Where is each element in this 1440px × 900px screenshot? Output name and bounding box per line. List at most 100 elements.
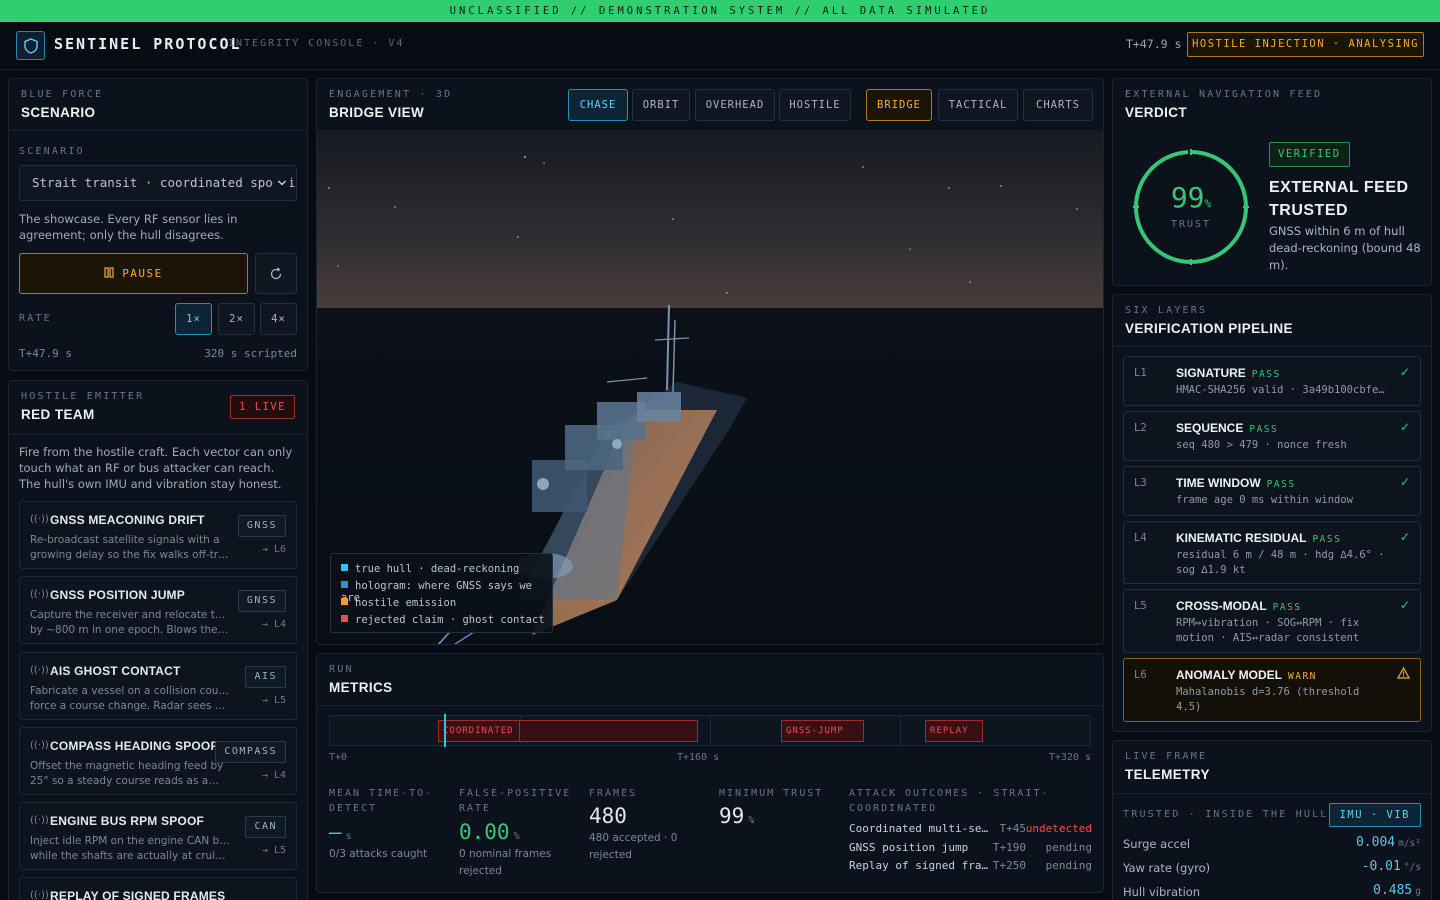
chevron-down-icon	[274, 166, 290, 200]
broadcast-icon: ((·))	[30, 589, 49, 600]
layer-l6-anomaly[interactable]: L6 ANOMALY MODEL WARN Mahalanobis d=3.76 …	[1123, 658, 1421, 722]
vector-target-layer: → L4	[261, 619, 286, 630]
rate-label: RATE	[19, 313, 52, 324]
pipeline-title: VERIFICATION PIPELINE	[1125, 321, 1293, 336]
broadcast-icon: ((·))	[30, 665, 49, 676]
verdict-title: VERDICT	[1125, 105, 1188, 120]
min-trust-value: 99%	[719, 804, 755, 828]
scenario-panel: BLUE FORCE SCENARIO SCENARIO Strait tran…	[8, 78, 308, 371]
vector-title: GNSS POSITION JUMP	[50, 588, 185, 602]
timeline-segment-coordinated[interactable]: COORDINATED	[438, 720, 698, 742]
engagement-title: BRIDGE VIEW	[329, 105, 425, 120]
trust-label: TRUST	[1170, 219, 1212, 230]
legend-item-rejected-claim: rejected claim · ghost contact	[341, 614, 545, 628]
vector-title: GNSS MEACONING DRIFT	[50, 513, 205, 527]
vector-desc-line: Capture the receiver and relocate the fi…	[30, 609, 230, 621]
camera-chase-button[interactable]: CHASE	[568, 89, 628, 121]
outcome-row: Coordinated multi-sensor spoofT+45undete…	[849, 822, 1092, 835]
frames-sub: 480 accepted · 0 rejected	[589, 832, 678, 861]
timeline-playhead[interactable]	[444, 714, 446, 747]
scenario-select-value: Strait transit · coordinated spoofing	[32, 175, 297, 190]
layer-l4-kinematic[interactable]: L4 KINEMATIC RESIDUAL PASS residual 6 m /…	[1123, 521, 1421, 584]
vector-gnss-meaconing[interactable]: ((·)) GNSS MEACONING DRIFT Re-broadcast …	[19, 501, 297, 569]
view-tactical-button[interactable]: TACTICAL	[938, 89, 1018, 121]
broadcast-icon: ((·))	[30, 514, 49, 525]
timeline-segment-replay[interactable]: REPLAY	[925, 720, 983, 742]
vector-desc-line: while the shafts are actually at cruise.	[30, 850, 230, 862]
broadcast-icon: ((·))	[30, 890, 49, 900]
vector-replay-frames[interactable]: ((·)) REPLAY OF SIGNED FRAMES	[19, 877, 297, 900]
camera-hostile-button[interactable]: HOSTILE	[779, 89, 851, 121]
engagement-panel: ENGAGEMENT · 3D BRIDGE VIEW CHASE ORBIT …	[316, 78, 1104, 645]
attack-timeline[interactable]: COORDINATED GNSS-JUMP REPLAY	[329, 714, 1091, 747]
engagement-eyebrow: ENGAGEMENT · 3D	[329, 89, 453, 100]
view-charts-button[interactable]: CHARTS	[1023, 89, 1093, 121]
layer-l3-time-window[interactable]: L3 TIME WINDOW PASS frame age 0 ms within…	[1123, 466, 1421, 516]
vector-ais-ghost[interactable]: ((·)) AIS GHOST CONTACT Fabricate a vess…	[19, 652, 297, 720]
legend-item-hologram: hologram: where GNSS says we are	[341, 580, 533, 604]
metrics-title: METRICS	[329, 680, 393, 695]
mission-clock: T+47.9 s	[1126, 37, 1182, 51]
reset-button[interactable]	[255, 253, 297, 294]
app-subtitle: INTEGRITY CONSOLE · V4	[228, 38, 405, 49]
outcome-row: GNSS position jump T+190 pending	[849, 841, 1092, 854]
threat-status-badge: HOSTILE INJECTION · ANALYSING	[1187, 32, 1424, 57]
check-icon: ✓	[1399, 420, 1410, 434]
rate-4x-button[interactable]: 4×	[260, 303, 297, 335]
fpr-sub: 0 nominal frames rejected	[459, 848, 552, 877]
timeline-end-label: T+320 s	[1048, 752, 1091, 763]
hostile-emitter-panel: HOSTILE EMITTER RED TEAM 1 LIVE Fire fro…	[8, 380, 308, 900]
imu-vib-badge[interactable]: IMU · VIB	[1328, 803, 1421, 827]
min-trust-label: MINIMUM TRUST	[719, 788, 824, 799]
timeline-segment-gnss-jump[interactable]: GNSS-JUMP	[781, 720, 864, 742]
verdict-heading: EXTERNAL FEED TRUSTED	[1269, 179, 1409, 219]
emitter-title: RED TEAM	[21, 407, 95, 422]
vector-sensor-tag: CAN	[245, 816, 286, 838]
vector-title: AIS GHOST CONTACT	[50, 664, 181, 678]
vector-gnss-jump[interactable]: ((·)) GNSS POSITION JUMP Capture the rec…	[19, 576, 297, 644]
scene-legend: true hull · dead-reckoning hologram: whe…	[330, 553, 553, 633]
vector-engine-rpm-spoof[interactable]: ((·)) ENGINE BUS RPM SPOOF Inject idle R…	[19, 802, 297, 870]
scenario-select[interactable]: Strait transit · coordinated spoofing	[19, 165, 297, 201]
trust-value: 99%	[1170, 181, 1212, 214]
broadcast-icon: ((·))	[30, 815, 49, 826]
rate-2x-button[interactable]: 2×	[218, 303, 255, 335]
camera-orbit-button[interactable]: ORBIT	[632, 89, 690, 121]
verified-badge: VERIFIED	[1269, 142, 1350, 167]
metrics-eyebrow: RUN	[329, 664, 354, 675]
telemetry-eyebrow: LIVE FRAME	[1125, 751, 1208, 762]
classification-banner: UNCLASSIFIED // DEMONSTRATION SYSTEM // …	[0, 0, 1440, 22]
camera-overhead-button[interactable]: OVERHEAD	[695, 89, 775, 121]
fpr-label: FALSE-POSITIVE RATE	[459, 788, 572, 814]
scenario-eyebrow: BLUE FORCE	[21, 89, 104, 100]
vector-target-layer: → L4	[261, 770, 286, 781]
check-icon: ✓	[1399, 475, 1410, 489]
top-bar: SENTINEL PROTOCOL INTEGRITY CONSOLE · V4…	[0, 22, 1440, 70]
vector-desc-line: Inject idle RPM on the engine CAN bus	[30, 835, 230, 847]
verdict-panel: EXTERNAL NAVIGATION FEED VERDICT 99% TRU…	[1112, 78, 1432, 286]
mttd-sub: 0/3 attacks caught	[329, 848, 428, 860]
vector-desc-line: Fabricate a vessel on a collision course…	[30, 685, 230, 697]
vector-sensor-tag: GNSS	[237, 590, 286, 612]
vector-desc-line: Re-broadcast satellite signals with a	[30, 534, 220, 546]
telemetry-row-surge: Surge accel 0.004 m/s²	[1123, 835, 1421, 851]
vector-compass-spoof[interactable]: ((·)) COMPASS HEADING SPOOF Offset the m…	[19, 727, 297, 795]
view-bridge-button[interactable]: BRIDGE	[866, 89, 932, 121]
rate-1x-button[interactable]: 1×	[175, 303, 212, 335]
layer-l5-cross-modal[interactable]: L5 CROSS-MODAL PASS RPM↔vibration · SOG↔R…	[1123, 589, 1421, 653]
telemetry-panel: LIVE FRAME TELEMETRY TRUSTED · INSIDE TH…	[1112, 740, 1432, 900]
verdict-eyebrow: EXTERNAL NAVIGATION FEED	[1125, 89, 1323, 100]
layer-l1-signature[interactable]: L1 SIGNATURE PASS HMAC-SHA256 valid · 3a4…	[1123, 356, 1421, 406]
check-icon: ✓	[1399, 365, 1410, 379]
timeline-mid-label: T+160 s	[677, 752, 720, 763]
vector-desc-line: force a course change. Radar sees nothin…	[30, 700, 230, 712]
telemetry-section-label: TRUSTED · INSIDE THE HULL	[1123, 809, 1329, 820]
vector-target-layer: → L6	[261, 544, 286, 555]
pipeline-eyebrow: SIX LAYERS	[1125, 305, 1208, 316]
pause-icon	[104, 255, 114, 294]
verification-pipeline-panel: SIX LAYERS VERIFICATION PIPELINE L1 SIGN…	[1112, 294, 1432, 732]
fpr-value: 0.00%	[459, 820, 520, 844]
pause-button[interactable]: PAUSE	[19, 253, 248, 294]
frames-label: FRAMES	[589, 788, 638, 799]
layer-l2-sequence[interactable]: L2 SEQUENCE PASS seq 480 > 479 · nonce fr…	[1123, 411, 1421, 461]
